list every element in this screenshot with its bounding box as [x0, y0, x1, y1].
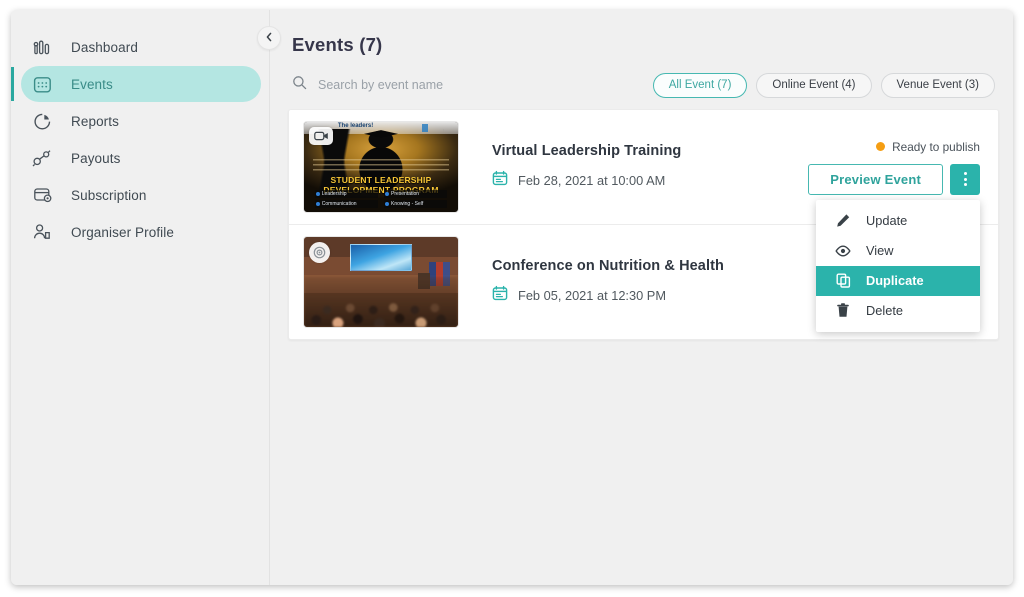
- conference-screen: [350, 244, 412, 272]
- status-dot-icon: [876, 142, 886, 151]
- poster-brand-text: The leaders!: [337, 122, 374, 129]
- pie-chart-icon: [29, 108, 55, 134]
- conference-audience: [304, 276, 458, 327]
- pencil-icon: [834, 213, 852, 228]
- sidebar-item-events[interactable]: Events: [11, 66, 261, 102]
- event-date: Feb 05, 2021 at 12:30 PM: [518, 288, 666, 303]
- event-date: Feb 28, 2021 at 10:00 AM: [518, 173, 666, 188]
- poster-bullet: Presentation: [384, 190, 448, 199]
- sidebar-item-payouts[interactable]: Payouts: [21, 140, 261, 176]
- toolbar: All Event (7) Online Event (4) Venue Eve…: [288, 70, 999, 100]
- menu-item-update[interactable]: Update: [816, 206, 980, 236]
- menu-item-label: View: [866, 243, 894, 258]
- events-list: The leaders! STUDENT LEADERSHIP DEVELOPM…: [288, 109, 999, 340]
- sidebar-item-label: Reports: [71, 113, 119, 129]
- event-info: Virtual Leadership Training Feb 28, 2021…: [492, 143, 808, 191]
- menu-item-delete[interactable]: Delete: [816, 296, 980, 326]
- filter-chip-venue-event[interactable]: Venue Event (3): [880, 72, 995, 98]
- poster-text-lines: [313, 158, 449, 174]
- bar-chart-icon: [29, 34, 55, 60]
- search-icon: [292, 75, 307, 95]
- sidebar-item-label: Dashboard: [71, 39, 138, 55]
- menu-item-label: Delete: [866, 303, 903, 318]
- copy-icon: [834, 273, 852, 288]
- calendar-icon: [492, 285, 508, 306]
- event-title: Virtual Leadership Training: [492, 143, 682, 159]
- menu-item-view[interactable]: View: [816, 236, 980, 266]
- app-window: Dashboard Events Reports Payouts Subscri…: [11, 10, 1013, 585]
- poster-headline-line1: STUDENT LEADERSHIP: [330, 175, 432, 186]
- menu-item-label: Duplicate: [866, 273, 924, 288]
- filter-chip-all-event[interactable]: All Event (7): [652, 72, 748, 98]
- venue-pin-icon: [309, 242, 330, 263]
- menu-item-duplicate[interactable]: Duplicate: [816, 265, 980, 296]
- calendar-icon: [492, 170, 508, 191]
- poster-bullet: Communication: [314, 200, 378, 209]
- sidebar-item-label: Subscription: [71, 187, 147, 203]
- event-date-row: Feb 28, 2021 at 10:00 AM: [492, 170, 808, 191]
- chevron-left-icon: [265, 29, 273, 47]
- filter-chip-online-event[interactable]: Online Event (4): [756, 72, 872, 98]
- poster-bullet: Knowing - Self: [384, 200, 448, 209]
- event-actions: Ready to publish Preview Event Update Vi…: [808, 140, 980, 332]
- preview-event-button[interactable]: Preview Event: [808, 163, 943, 195]
- status-label: Ready to publish: [892, 139, 980, 154]
- search-bar[interactable]: [292, 75, 644, 95]
- event-options-button[interactable]: [950, 163, 980, 195]
- eye-icon: [834, 244, 852, 257]
- sidebar-item-label: Payouts: [71, 150, 121, 166]
- status-badge: Ready to publish: [876, 140, 980, 154]
- sidebar-item-label: Organiser Profile: [71, 224, 174, 240]
- sidebar-item-organiser-profile[interactable]: Organiser Profile: [21, 214, 261, 250]
- search-input[interactable]: [318, 78, 618, 92]
- main-content: Events (7) All Event (7) Online Event (4…: [270, 10, 1013, 585]
- event-action-menu[interactable]: Update View Duplicate Delete: [816, 199, 980, 332]
- sidebar-item-label: Events: [71, 76, 113, 92]
- subscription-card-icon: [29, 182, 55, 208]
- calendar-grid-icon: [29, 71, 55, 97]
- menu-item-label: Update: [866, 213, 908, 228]
- filter-chip-label: Online Event (4): [772, 79, 856, 91]
- event-thumbnail[interactable]: [303, 236, 459, 328]
- event-thumbnail[interactable]: The leaders! STUDENT LEADERSHIP DEVELOPM…: [303, 121, 459, 213]
- payouts-icon: [29, 145, 55, 171]
- person-icon: [29, 219, 55, 245]
- sidebar: Dashboard Events Reports Payouts Subscri…: [11, 10, 281, 585]
- kebab-menu-icon: [963, 172, 967, 186]
- sidebar-item-subscription[interactable]: Subscription: [21, 177, 261, 213]
- filter-chip-label: Venue Event (3): [896, 79, 979, 91]
- poster-bullet: Leadership: [314, 190, 378, 199]
- page-title: Events (7): [292, 34, 383, 55]
- sidebar-item-reports[interactable]: Reports: [21, 103, 261, 139]
- trash-icon: [834, 303, 852, 318]
- video-camera-icon: [309, 127, 333, 145]
- sidebar-item-dashboard[interactable]: Dashboard: [21, 29, 261, 65]
- poster-bullets: Leadership Presentation Communication Kn…: [314, 190, 448, 209]
- filter-chip-label: All Event (7): [668, 79, 732, 91]
- sidebar-collapse-button[interactable]: [257, 26, 281, 50]
- action-row: Preview Event: [808, 163, 980, 195]
- event-list-item[interactable]: The leaders! STUDENT LEADERSHIP DEVELOPM…: [289, 110, 998, 332]
